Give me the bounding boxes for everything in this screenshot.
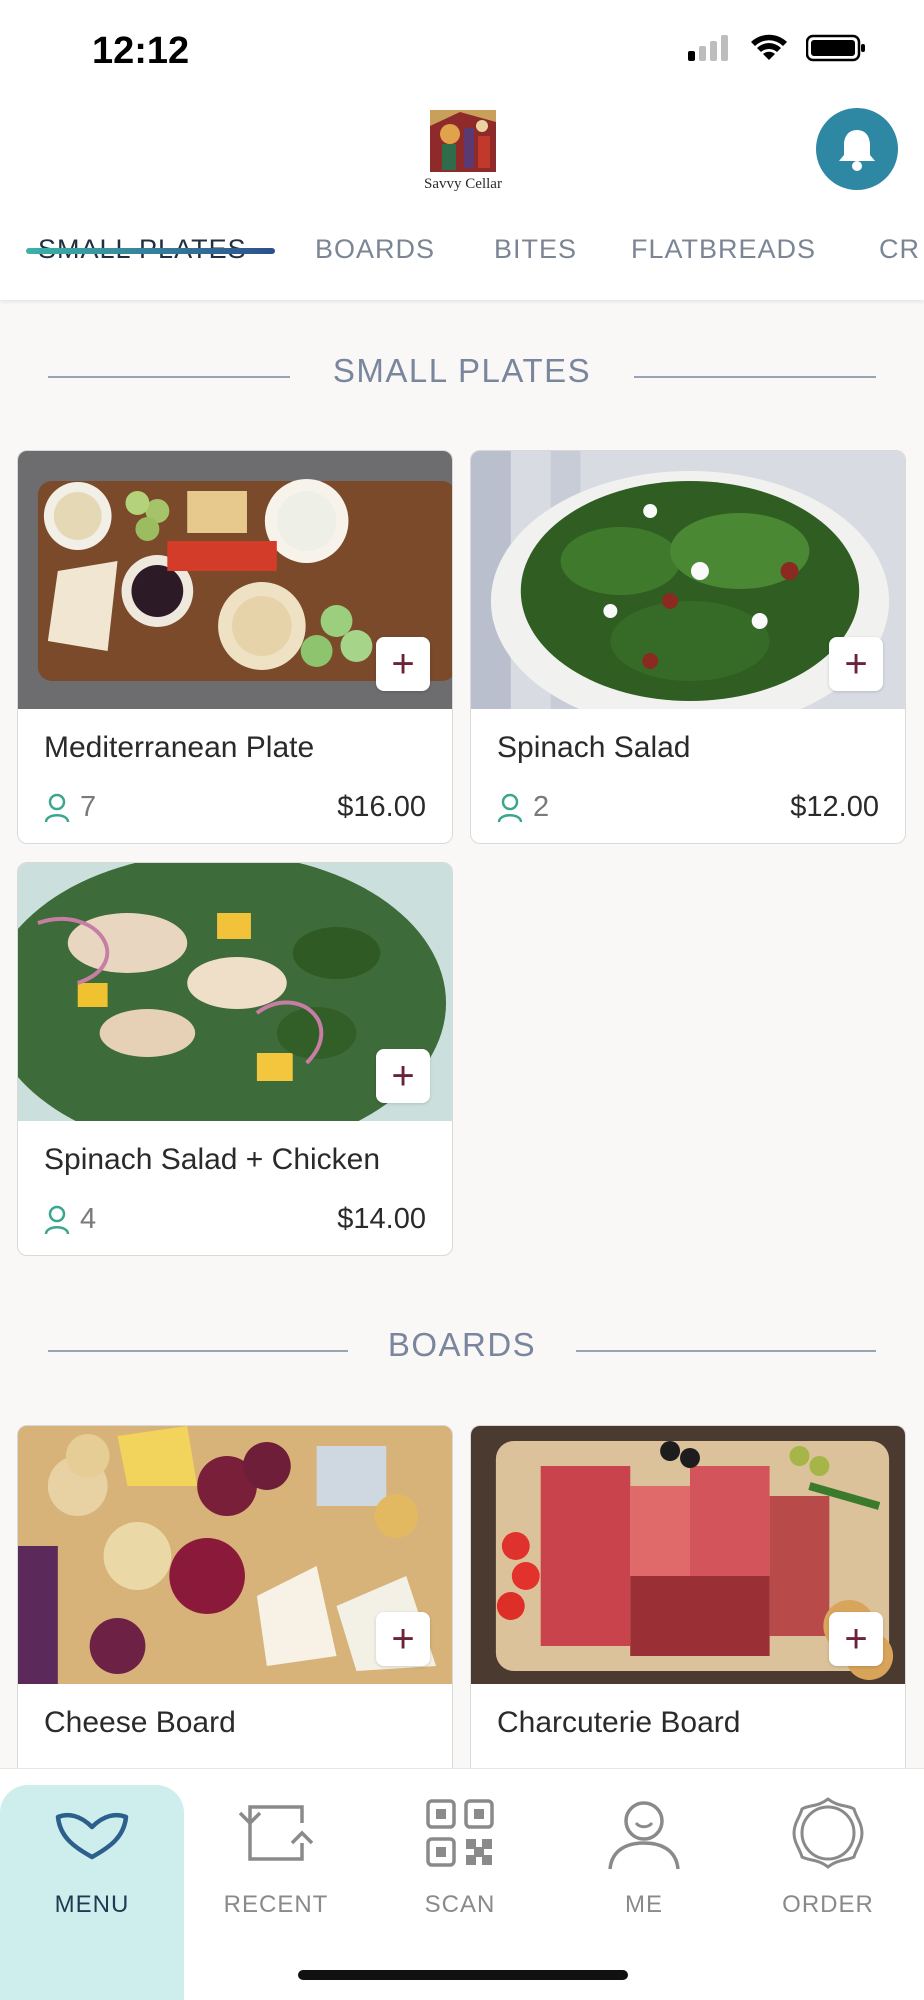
home-indicator bbox=[298, 1970, 628, 1980]
nav-order[interactable]: ORDER bbox=[736, 1769, 920, 2000]
item-count-value: 2 bbox=[533, 791, 550, 823]
tab-boards[interactable]: BOARDS bbox=[315, 228, 435, 298]
menu-item-card[interactable]: + Spinach Salad 2 $12.00 bbox=[470, 450, 906, 844]
section-header-boards: BOARDS bbox=[0, 1326, 924, 1376]
status-icons bbox=[688, 34, 866, 62]
nav-label: ME bbox=[625, 1891, 663, 1918]
section-title: SMALL PLATES bbox=[332, 352, 592, 389]
recent-icon bbox=[238, 1805, 314, 1861]
category-tabs: SMALL PLATES BOARDS BITES FLATBREADS CR bbox=[0, 228, 924, 298]
notifications-button[interactable] bbox=[816, 108, 898, 190]
savvy-cellar-logo[interactable]: Savvy Cellar bbox=[420, 106, 506, 192]
nav-scan[interactable]: SCAN bbox=[368, 1769, 552, 2000]
item-count: 4 bbox=[44, 1203, 96, 1236]
nav-me[interactable]: ME bbox=[552, 1769, 736, 2000]
add-to-order-button[interactable]: + bbox=[829, 637, 883, 691]
item-name: Spinach Salad bbox=[497, 731, 691, 764]
bell-icon bbox=[839, 130, 875, 171]
tab-flatbreads[interactable]: FLATBREADS bbox=[631, 228, 816, 298]
item-price: $14.00 bbox=[337, 1203, 426, 1235]
item-name: Spinach Salad + Chicken bbox=[44, 1143, 381, 1176]
tab-bites[interactable]: BITES bbox=[494, 228, 577, 298]
person-icon bbox=[44, 1205, 70, 1234]
wifi-icon bbox=[751, 34, 787, 60]
qr-scan-icon bbox=[426, 1799, 494, 1867]
profile-icon bbox=[608, 1801, 680, 1870]
active-tab-indicator bbox=[26, 248, 275, 254]
person-icon bbox=[497, 793, 523, 822]
status-time: 12:12 bbox=[92, 30, 190, 72]
item-price: $16.00 bbox=[337, 791, 426, 823]
nav-recent[interactable]: RECENT bbox=[184, 1769, 368, 2000]
add-to-order-button[interactable]: + bbox=[829, 1612, 883, 1666]
add-to-order-button[interactable]: + bbox=[376, 1612, 430, 1666]
section-divider bbox=[634, 376, 876, 378]
tab-cr[interactable]: CR bbox=[879, 228, 920, 298]
add-to-order-button[interactable]: + bbox=[376, 637, 430, 691]
section-divider bbox=[576, 1350, 876, 1352]
item-price: $12.00 bbox=[790, 791, 879, 823]
item-count-value: 4 bbox=[80, 1203, 97, 1235]
item-name: Charcuterie Board bbox=[497, 1706, 741, 1739]
item-count: 7 bbox=[44, 791, 96, 824]
logo-artwork-icon bbox=[430, 110, 496, 172]
nav-menu[interactable]: MENU bbox=[0, 1785, 184, 2000]
menu-item-card[interactable]: + Spinach Salad + Chicken 4 $14.00 bbox=[17, 862, 453, 1256]
item-name: Mediterranean Plate bbox=[44, 731, 315, 764]
nav-label: RECENT bbox=[223, 1891, 329, 1918]
item-count: 2 bbox=[497, 791, 549, 824]
add-to-order-button[interactable]: + bbox=[376, 1049, 430, 1103]
app-header: Savvy Cellar SMALL PLATES BOARDS BITES F… bbox=[0, 100, 924, 300]
section-header-small-plates: SMALL PLATES bbox=[0, 352, 924, 402]
menu-item-card[interactable]: + Cheese Board bbox=[17, 1425, 453, 1819]
menu-item-card[interactable]: + Mediterranean Plate 7 $16.00 bbox=[17, 450, 453, 844]
item-name: Cheese Board bbox=[44, 1706, 236, 1739]
tab-small-plates[interactable]: SMALL PLATES bbox=[38, 228, 247, 298]
cellular-signal-icon bbox=[688, 35, 728, 61]
item-count-value: 7 bbox=[80, 791, 97, 823]
menu-heart-icon bbox=[55, 1812, 129, 1860]
nav-label: MENU bbox=[54, 1891, 130, 1918]
logo-text: Savvy Cellar bbox=[424, 176, 502, 192]
bottom-navigation: MENU RECENT SCAN ME ORDER bbox=[0, 1768, 924, 2000]
nav-label: ORDER bbox=[782, 1891, 874, 1918]
person-icon bbox=[44, 793, 70, 822]
menu-item-card[interactable]: + Charcuterie Board bbox=[470, 1425, 906, 1819]
battery-icon bbox=[806, 34, 865, 62]
status-bar: 12:12 bbox=[0, 0, 924, 100]
order-icon bbox=[792, 1797, 864, 1869]
section-title: BOARDS bbox=[387, 1326, 537, 1363]
nav-label: SCAN bbox=[424, 1891, 496, 1918]
